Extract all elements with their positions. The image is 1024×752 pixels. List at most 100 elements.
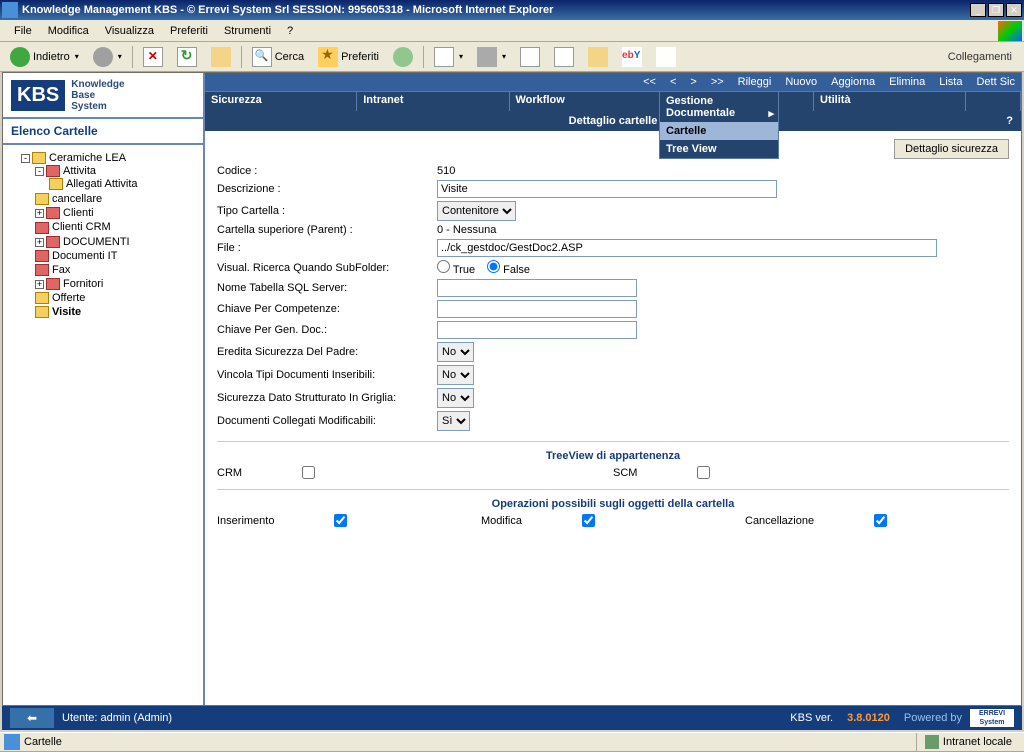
nav-delete[interactable]: Elimina <box>889 76 925 88</box>
maximize-button[interactable]: ❐ <box>988 3 1004 17</box>
tree-item[interactable]: cancellare <box>35 192 199 206</box>
folder-icon <box>35 222 49 234</box>
toggle-icon[interactable]: + <box>35 209 44 218</box>
toggle-icon[interactable]: + <box>35 280 44 289</box>
toggle-icon[interactable]: - <box>35 167 44 176</box>
exit-icon[interactable]: ⬅ <box>10 708 54 728</box>
menu-modifica[interactable]: Modifica <box>40 23 97 39</box>
tree-root-label: Ceramiche LEA <box>49 152 126 164</box>
close-button[interactable]: ✕ <box>1006 3 1022 17</box>
menu-strumenti[interactable]: Strumenti <box>216 23 279 39</box>
toggle-icon[interactable]: + <box>35 238 44 247</box>
back-button[interactable]: Indietro▾ <box>4 43 85 71</box>
input-competenze[interactable] <box>437 300 637 318</box>
checkbox-cancellazione[interactable] <box>874 514 887 527</box>
menu-visualizza[interactable]: Visualizza <box>97 23 162 39</box>
tab-intranet[interactable]: Intranet <box>357 92 509 111</box>
select-sicgriglia[interactable]: No <box>437 388 474 408</box>
dettaglio-sicurezza-button[interactable]: Dettaglio sicurezza <box>894 139 1009 159</box>
checkbox-modifica[interactable] <box>582 514 595 527</box>
mail-button[interactable]: ▾ <box>428 43 469 71</box>
nav-first[interactable]: << <box>643 76 656 88</box>
nav-new[interactable]: Nuovo <box>785 76 817 88</box>
refresh-button[interactable] <box>171 43 203 71</box>
tree-item[interactable]: Documenti IT <box>35 249 199 263</box>
tree-item-label: Allegati Attivita <box>66 178 138 190</box>
checkbox-crm[interactable] <box>302 466 315 479</box>
menu-preferiti[interactable]: Preferiti <box>162 23 216 39</box>
dropdown-item-label: Cartelle <box>666 125 706 137</box>
checkbox-scm[interactable] <box>697 466 710 479</box>
tree-item-label: Visite <box>52 306 81 318</box>
folder-icon <box>46 207 60 219</box>
radio-false[interactable]: False <box>487 264 530 276</box>
ebay-button[interactable]: ebY <box>616 43 648 71</box>
minimize-button[interactable]: _ <box>970 3 986 17</box>
forward-button[interactable]: ▾ <box>87 43 128 71</box>
tree-item[interactable]: Allegati Attivita <box>49 177 199 191</box>
tree-item[interactable]: +Fornitori <box>35 277 199 291</box>
tab-sicurezza[interactable]: Sicurezza <box>205 92 357 111</box>
tab-workflow[interactable]: Workflow <box>510 92 662 111</box>
label-gendoc: Chiave Per Gen. Doc.: <box>217 324 437 336</box>
status-text: Cartelle <box>24 736 916 748</box>
tree-item[interactable]: Clienti CRM <box>35 220 199 234</box>
input-sql[interactable] <box>437 279 637 297</box>
messenger-button[interactable] <box>548 43 580 71</box>
menu-help[interactable]: ? <box>279 23 301 39</box>
dropdown-item-label: Tree View <box>666 143 717 155</box>
dropdown-item-gestione[interactable]: Gestione Documentale▸ <box>660 92 778 122</box>
checkbox-inserimento[interactable] <box>334 514 347 527</box>
nav-list[interactable]: Lista <box>939 76 962 88</box>
nav-update[interactable]: Aggiorna <box>831 76 875 88</box>
tree-root[interactable]: -Ceramiche LEA -Attivita Allegati Attivi… <box>21 151 199 320</box>
edit-icon <box>520 47 540 67</box>
input-gendoc[interactable] <box>437 321 637 339</box>
tree-item[interactable]: +DOCUMENTI <box>35 235 199 249</box>
nav-last[interactable]: >> <box>711 76 724 88</box>
tree-item-label: Fax <box>52 264 70 276</box>
menubar: File Modifica Visualizza Preferiti Strum… <box>0 20 1024 42</box>
help-button[interactable]: ? <box>1006 115 1013 127</box>
print-button[interactable]: ▾ <box>471 43 512 71</box>
nav-next[interactable]: > <box>690 76 696 88</box>
logo: KBS Knowledge Base System <box>3 73 203 119</box>
nav-prev[interactable]: < <box>670 76 676 88</box>
select-tipo[interactable]: Contenitore <box>437 201 516 221</box>
tab-utilita[interactable]: Utilità <box>814 92 966 111</box>
radio-true[interactable]: True <box>437 264 475 276</box>
toggle-icon[interactable]: - <box>21 154 30 163</box>
home-button[interactable] <box>205 43 237 71</box>
refresh-icon <box>177 47 197 67</box>
tree-item[interactable]: Visite <box>35 305 199 319</box>
stop-button[interactable] <box>137 43 169 71</box>
tree-item[interactable]: Fax <box>35 263 199 277</box>
select-vincola[interactable]: No <box>437 365 474 385</box>
zone-icon <box>925 735 939 749</box>
search-button[interactable]: Cerca <box>246 43 310 71</box>
research-button[interactable] <box>582 43 614 71</box>
nav-dettsic[interactable]: Dett Sic <box>976 76 1015 88</box>
label-eredita: Eredita Sicurezza Del Padre: <box>217 346 437 358</box>
dropdown-item-cartelle[interactable]: Cartelle <box>660 122 778 140</box>
nav-reload[interactable]: Rileggi <box>738 76 772 88</box>
tree-item[interactable]: +Clienti <box>35 206 199 220</box>
input-descrizione[interactable] <box>437 180 777 198</box>
menu-file[interactable]: File <box>6 23 40 39</box>
select-eredita[interactable]: No <box>437 342 474 362</box>
dropdown-item-treeview[interactable]: Tree View <box>660 140 778 158</box>
favorites-label: Preferiti <box>341 51 379 63</box>
links-label[interactable]: Collegamenti <box>940 48 1020 66</box>
select-doccoll[interactable]: Sì <box>437 411 470 431</box>
people-button[interactable] <box>650 43 682 71</box>
tree-item[interactable]: -Attivita Allegati Attivita <box>35 164 199 192</box>
input-file[interactable] <box>437 239 937 257</box>
footer-poweredby: Powered by <box>904 712 962 724</box>
page-icon <box>4 734 20 750</box>
favorites-button[interactable]: Preferiti <box>312 43 385 71</box>
page-title: Dettaglio cartelle <box>569 115 658 127</box>
history-button[interactable] <box>387 43 419 71</box>
edit-button[interactable] <box>514 43 546 71</box>
folder-icon <box>35 193 49 205</box>
tree-item[interactable]: Offerte <box>35 291 199 305</box>
